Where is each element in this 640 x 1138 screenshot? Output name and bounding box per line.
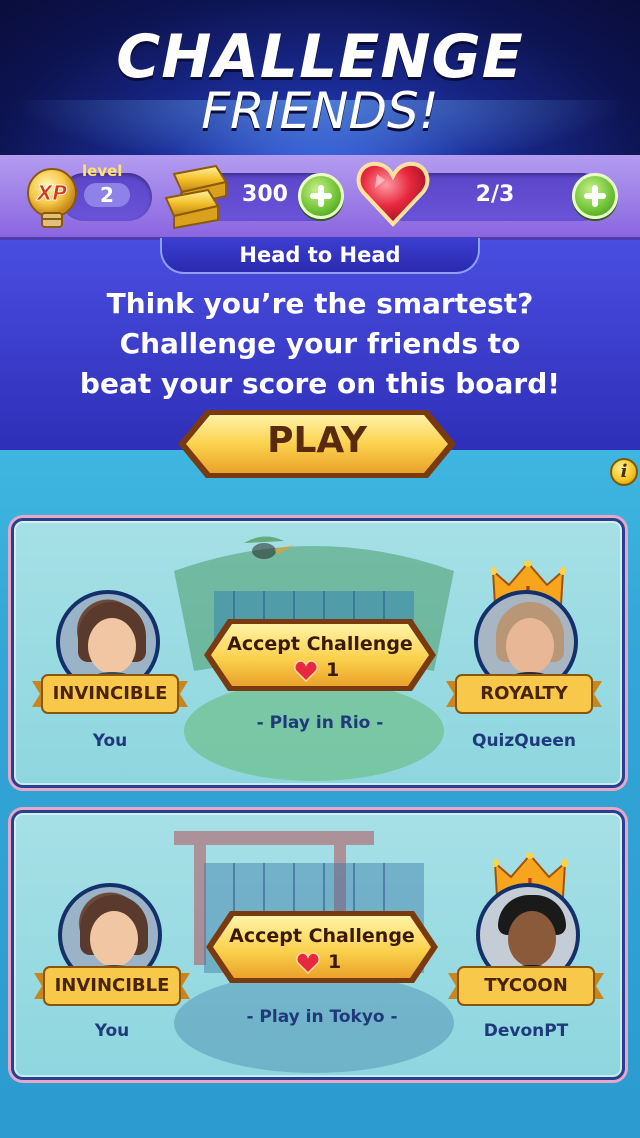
add-coins-button[interactable] xyxy=(298,173,344,219)
player-badge: ROYALTY xyxy=(480,683,568,704)
heart-icon xyxy=(294,660,318,682)
mode-tab: Head to Head xyxy=(160,238,480,274)
accept-challenge-label: Accept Challenge xyxy=(227,633,413,655)
player-name: DevonPT xyxy=(483,1021,569,1041)
player-name: You xyxy=(92,731,128,751)
coins-value: 300 xyxy=(242,182,288,207)
challenge-card: INVINCIBLE You Accept Challenge 1 - Play… xyxy=(11,810,625,1080)
heart-icon xyxy=(296,952,320,974)
player-badge: INVINCIBLE xyxy=(52,683,168,704)
hero-subtitle: FRIENDS! xyxy=(201,82,439,140)
accept-challenge-label: Accept Challenge xyxy=(229,925,415,947)
gold-bars-icon xyxy=(164,164,228,230)
xp-bulb-icon: XP xyxy=(27,168,77,228)
player-name: You xyxy=(94,1021,130,1041)
hero-header: CHALLENGE FRIENDS! xyxy=(0,0,640,155)
player-name: QuizQueen xyxy=(472,731,576,751)
heart-icon xyxy=(356,161,430,227)
player-badge: TYCOON xyxy=(484,975,568,996)
info-line: Think you’re the smartest? xyxy=(106,287,534,320)
challenge-card: INVINCIBLE You Accept Challenge 1 - Play… xyxy=(11,518,625,788)
accept-cost: 1 xyxy=(292,659,352,683)
info-text: Think you’re the smartest? Challenge you… xyxy=(40,284,600,404)
info-line: Challenge your friends to xyxy=(119,327,521,360)
add-lives-button[interactable] xyxy=(572,173,618,219)
play-button-label: PLAY xyxy=(267,420,367,461)
lives-value: 2/3 xyxy=(475,182,515,207)
cost-value: 1 xyxy=(328,951,342,973)
venue-caption: - Play in Rio - xyxy=(256,713,384,733)
info-icon[interactable]: i xyxy=(610,458,638,486)
level-label: level xyxy=(82,162,123,180)
cost-value: 1 xyxy=(326,659,340,681)
info-line: beat your score on this board! xyxy=(79,367,561,400)
accept-cost: 1 xyxy=(294,951,354,975)
venue-caption: - Play in Tokyo - xyxy=(246,1007,398,1027)
player-badge: INVINCIBLE xyxy=(54,975,170,996)
svg-text:XP: XP xyxy=(35,181,67,205)
level-value: 2 xyxy=(84,183,130,207)
